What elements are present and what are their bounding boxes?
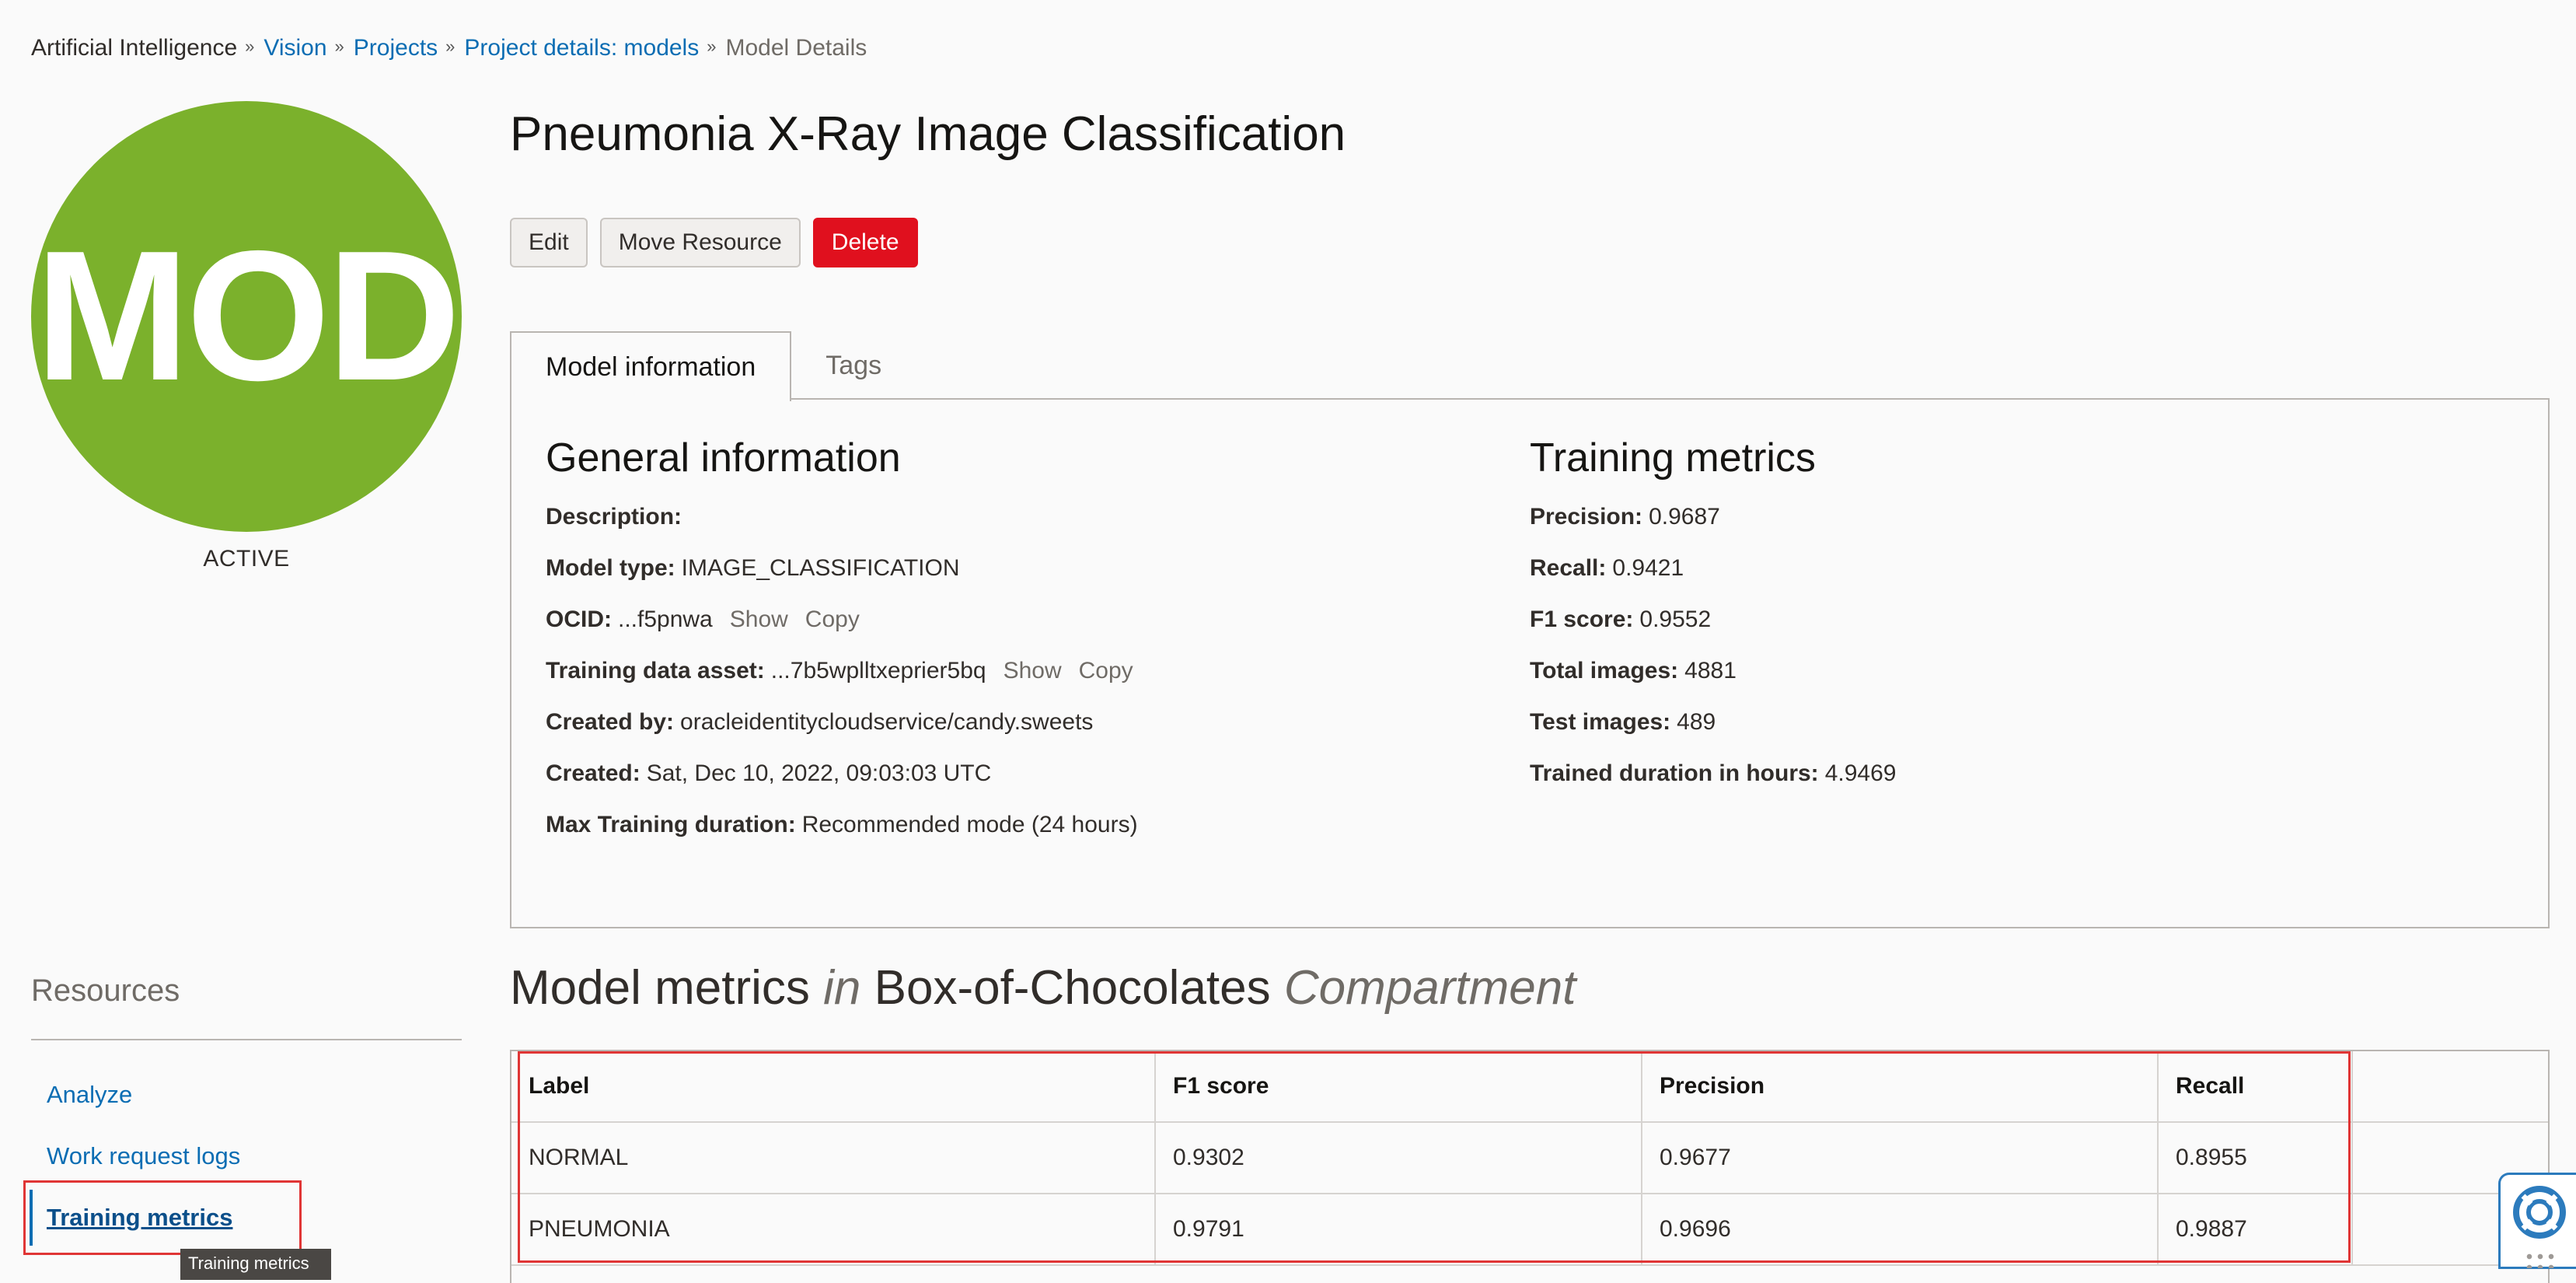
sidebar-item-analyze[interactable]: Analyze [47, 1081, 132, 1109]
asset-show-link[interactable]: Show [1004, 658, 1062, 684]
ocid-show-link[interactable]: Show [730, 607, 788, 633]
avatar: MOD [31, 101, 462, 532]
training-data-asset-value: ...7b5wplltxeprier5bq [770, 658, 986, 684]
precision-value: 0.9687 [1649, 504, 1720, 530]
help-widget[interactable] [2498, 1173, 2576, 1269]
column-header-empty [2351, 1051, 2548, 1123]
model-type-label: Model type: [546, 555, 675, 582]
total-images-row: Total images: 4881 [1530, 658, 1896, 709]
edit-button[interactable]: Edit [510, 218, 588, 267]
model-type-row: Model type: IMAGE_CLASSIFICATION [546, 555, 1138, 607]
created-by-row: Created by: oracleidentitycloudservice/c… [546, 709, 1138, 760]
breadcrumb-current: Model Details [725, 35, 867, 61]
recall-row: Recall: 0.9421 [1530, 555, 1896, 607]
description-row: Description: [546, 504, 1138, 555]
tab-model-information[interactable]: Model information [510, 331, 792, 401]
created-by-value: oracleidentitycloudservice/candy.sweets [680, 709, 1094, 736]
model-type-value: IMAGE_CLASSIFICATION [681, 555, 960, 582]
created-label: Created: [546, 760, 641, 787]
breadcrumb-link-vision[interactable]: Vision [264, 35, 326, 61]
status-badge: ACTIVE [203, 546, 290, 572]
drag-handle-icon[interactable] [2524, 1251, 2558, 1268]
max-training-duration-label: Max Training duration: [546, 812, 796, 838]
resources-divider [31, 1039, 462, 1040]
training-metrics-title: Training metrics [1530, 435, 1816, 481]
tab-bar: Model information Tags [510, 331, 916, 401]
created-by-label: Created by: [546, 709, 675, 736]
tooltip: Training metrics [180, 1249, 331, 1280]
breadcrumb-separator-icon: » [707, 37, 717, 57]
general-information-section: General information Description: Model t… [546, 434, 1138, 863]
training-data-asset-label: Training data asset: [546, 658, 765, 684]
ocid-value: ...f5pnwa [618, 607, 713, 633]
recall-label: Recall: [1530, 555, 1607, 582]
test-images-value: 489 [1677, 709, 1716, 736]
move-resource-button[interactable]: Move Resource [599, 218, 801, 267]
created-row: Created: Sat, Dec 10, 2022, 09:03:03 UTC [546, 760, 1138, 812]
model-metrics-title-in: in [823, 961, 861, 1015]
total-images-value: 4881 [1684, 658, 1737, 684]
sidebar-item-work-request-logs[interactable]: Work request logs [47, 1142, 240, 1170]
description-label: Description: [546, 504, 682, 530]
f1-score-value: 0.9552 [1639, 607, 1712, 633]
breadcrumb-link-project-details[interactable]: Project details: models [464, 35, 699, 61]
ocid-copy-link[interactable]: Copy [805, 607, 860, 633]
trained-duration-label: Trained duration in hours: [1530, 760, 1819, 787]
max-training-duration-row: Max Training duration: Recommended mode … [546, 812, 1138, 863]
lifebuoy-icon [2513, 1186, 2566, 1239]
compartment-link[interactable]: Box-of-Chocolates [874, 961, 1271, 1015]
recall-value: 0.9421 [1612, 555, 1684, 582]
breadcrumb-link-projects[interactable]: Projects [354, 35, 438, 61]
page-title: Pneumonia X-Ray Image Classification [510, 107, 1346, 161]
precision-label: Precision: [1530, 504, 1643, 530]
training-metrics-section: Training metrics Precision: 0.9687 Recal… [1530, 434, 1896, 812]
trained-duration-row: Trained duration in hours: 4.9469 [1530, 760, 1896, 812]
resources-title: Resources [31, 974, 180, 1008]
model-metrics-title: Model metrics in Box-of-Chocolates Compa… [510, 960, 1576, 1017]
ocid-label: OCID: [546, 607, 612, 633]
f1-score-row: F1 score: 0.9552 [1530, 607, 1896, 658]
compartment-label: Compartment [1283, 961, 1576, 1015]
trained-duration-value: 4.9469 [1824, 760, 1897, 787]
breadcrumb-separator-icon: » [245, 37, 255, 57]
created-value: Sat, Dec 10, 2022, 09:03:03 UTC [646, 760, 992, 787]
general-information-title: General information [546, 435, 901, 481]
highlight-box-training-metrics [23, 1180, 302, 1255]
f1-score-label: F1 score: [1530, 607, 1634, 633]
asset-copy-link[interactable]: Copy [1079, 658, 1133, 684]
precision-row: Precision: 0.9687 [1530, 504, 1896, 555]
avatar-initials: MOD [35, 213, 460, 419]
highlight-box-metrics-table [518, 1051, 2351, 1263]
ocid-row: OCID: ...f5pnwa Show Copy [546, 607, 1138, 658]
breadcrumb-item-ai: Artificial Intelligence [31, 35, 238, 61]
breadcrumb-separator-icon: » [334, 37, 344, 57]
breadcrumb: Artificial Intelligence » Vision » Projects »… [31, 34, 867, 61]
model-information-panel: General information Description: Model t… [510, 398, 2550, 928]
tab-tags[interactable]: Tags [791, 331, 916, 400]
test-images-label: Test images: [1530, 709, 1671, 736]
action-bar: Edit Move Resource Delete [510, 218, 918, 267]
model-metrics-title-text: Model metrics [510, 961, 810, 1015]
test-images-row: Test images: 489 [1530, 709, 1896, 760]
training-data-asset-row: Training data asset: ...7b5wplltxeprier5… [546, 658, 1138, 709]
max-training-duration-value: Recommended mode (24 hours) [801, 812, 1138, 838]
breadcrumb-separator-icon: » [445, 37, 456, 57]
total-images-label: Total images: [1530, 658, 1679, 684]
delete-button[interactable]: Delete [812, 218, 918, 267]
